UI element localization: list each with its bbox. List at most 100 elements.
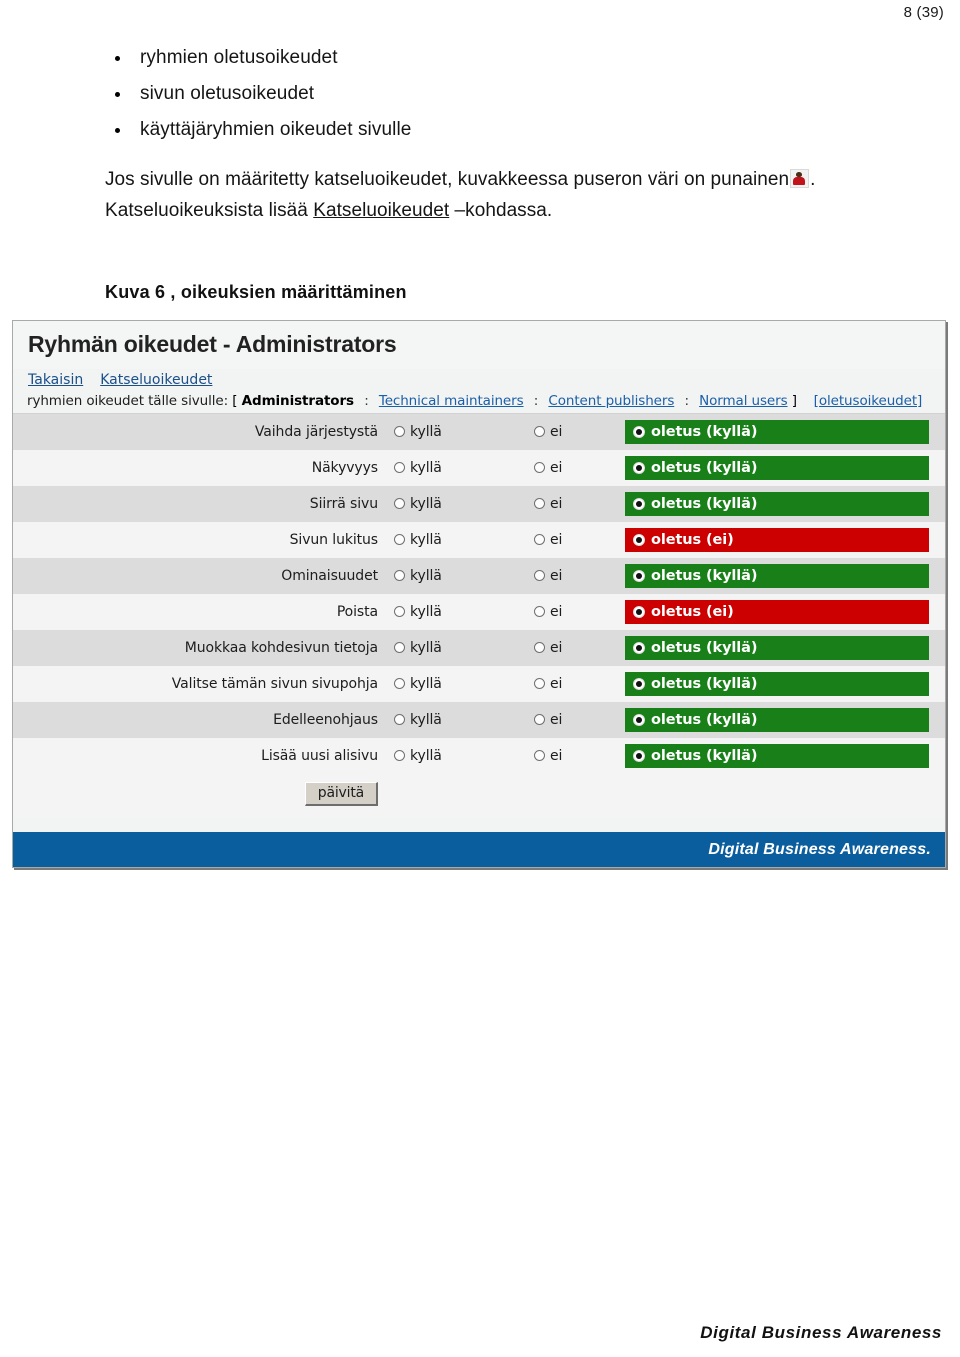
table-row: Ominaisuudet kyllä ei oletus (kyllä) [13,558,945,594]
permission-yes-cell[interactable]: kyllä [394,738,534,774]
radio-selected-icon[interactable] [633,678,645,690]
radio-yes-icon[interactable] [394,678,405,689]
permission-default-cell[interactable]: oletus (kyllä) [619,702,945,738]
radio-yes-icon[interactable] [394,750,405,761]
permission-default-cell[interactable]: oletus (kyllä) [619,450,945,486]
permission-label: Näkyvyys [311,460,378,476]
radio-yes-icon[interactable] [394,606,405,617]
radio-yes-icon[interactable] [394,714,405,725]
permission-yes-cell[interactable]: kyllä [394,666,534,702]
permission-default-cell[interactable]: oletus (kyllä) [619,738,945,774]
permission-no-cell[interactable]: ei [534,558,619,594]
status-badge-label: oletus (kyllä) [651,496,758,512]
radio-no-icon[interactable] [534,498,545,509]
table-row: Sivun lukitus kyllä ei oletus (ei) [13,522,945,558]
paragraph-line2-prefix: Katseluoikeuksista lisää [105,200,314,221]
status-badge[interactable]: oletus (kyllä) [625,636,929,660]
radio-yes-icon[interactable] [394,462,405,473]
status-badge[interactable]: oletus (kyllä) [625,672,929,696]
radio-yes-icon[interactable] [394,426,405,437]
breadcrumb-default-permissions-link[interactable]: [oletusoikeudet] [814,393,923,409]
radio-no-label: ei [550,532,563,548]
permission-no-cell[interactable]: ei [534,414,619,451]
radio-yes-label: kyllä [410,712,442,728]
radio-yes-icon[interactable] [394,534,405,545]
status-badge[interactable]: oletus (kyllä) [625,564,929,588]
radio-no-icon[interactable] [534,570,545,581]
red-shirt-person-icon [790,169,810,188]
link-katseluoikeudet[interactable]: Katseluoikeudet [100,372,212,388]
radio-selected-icon[interactable] [633,642,645,654]
permission-no-cell[interactable]: ei [534,522,619,558]
radio-no-label: ei [550,712,563,728]
permission-no-cell[interactable]: ei [534,630,619,666]
radio-no-label: ei [550,748,563,764]
radio-no-icon[interactable] [534,462,545,473]
list-item: käyttäjäryhmien oikeudet sivulle [115,112,960,148]
permission-default-cell[interactable]: oletus (ei) [619,522,945,558]
permission-default-cell[interactable]: oletus (ei) [619,594,945,630]
permission-no-cell[interactable]: ei [534,738,619,774]
body-paragraph: Jos sivulle on määritetty katseluoikeude… [0,164,960,226]
radio-selected-icon[interactable] [633,462,645,474]
radio-yes-label: kyllä [410,460,442,476]
permission-yes-cell[interactable]: kyllä [394,630,534,666]
permission-no-cell[interactable]: ei [534,702,619,738]
permission-yes-cell[interactable]: kyllä [394,702,534,738]
table-row: Edelleenohjaus kyllä ei oletus (kyllä) [13,702,945,738]
radio-no-icon[interactable] [534,642,545,653]
breadcrumb-group-content-publishers[interactable]: Content publishers [548,393,674,409]
status-badge[interactable]: oletus (kyllä) [625,456,929,480]
radio-no-icon[interactable] [534,714,545,725]
breadcrumb-group-normal-users[interactable]: Normal users [699,393,788,409]
permission-default-cell[interactable]: oletus (kyllä) [619,630,945,666]
radio-yes-label: kyllä [410,640,442,656]
radio-yes-icon[interactable] [394,642,405,653]
status-badge[interactable]: oletus (kyllä) [625,744,929,768]
breadcrumb-prefix: ryhmien oikeudet tälle sivulle: [27,393,229,409]
permission-default-cell[interactable]: oletus (kyllä) [619,486,945,522]
permission-yes-cell[interactable]: kyllä [394,450,534,486]
radio-no-icon[interactable] [534,606,545,617]
radio-yes-icon[interactable] [394,498,405,509]
radio-no-icon[interactable] [534,534,545,545]
radio-no-icon[interactable] [534,426,545,437]
breadcrumb-group-technical-maintainers[interactable]: Technical maintainers [379,393,524,409]
permission-label: Muokkaa kohdesivun tietoja [184,640,378,656]
permission-no-cell[interactable]: ei [534,486,619,522]
radio-no-icon[interactable] [534,750,545,761]
permission-default-cell[interactable]: oletus (kyllä) [619,414,945,451]
radio-selected-icon[interactable] [633,714,645,726]
permission-label: Vaihda järjestystä [254,424,378,440]
status-badge-label: oletus (kyllä) [651,424,758,440]
radio-selected-icon[interactable] [633,498,645,510]
radio-selected-icon[interactable] [633,750,645,762]
radio-no-icon[interactable] [534,678,545,689]
radio-selected-icon[interactable] [633,570,645,582]
link-takaisin[interactable]: Takaisin [28,372,83,388]
permission-default-cell[interactable]: oletus (kyllä) [619,558,945,594]
status-badge[interactable]: oletus (kyllä) [625,492,929,516]
radio-yes-icon[interactable] [394,570,405,581]
permission-no-cell[interactable]: ei [534,450,619,486]
update-button[interactable]: päivitä [304,782,378,806]
status-badge[interactable]: oletus (kyllä) [625,708,929,732]
radio-selected-icon[interactable] [633,606,645,618]
paragraph-line2-suffix: –kohdassa. [449,200,553,221]
status-badge[interactable]: oletus (ei) [625,600,929,624]
permission-label: Poista [336,604,378,620]
permission-yes-cell[interactable]: kyllä [394,594,534,630]
status-badge[interactable]: oletus (ei) [625,528,929,552]
page-number: 8 (39) [903,4,944,21]
status-badge[interactable]: oletus (kyllä) [625,420,929,444]
permission-yes-cell[interactable]: kyllä [394,558,534,594]
permission-yes-cell[interactable]: kyllä [394,486,534,522]
permission-no-cell[interactable]: ei [534,666,619,702]
permission-default-cell[interactable]: oletus (kyllä) [619,666,945,702]
radio-selected-icon[interactable] [633,426,645,438]
radio-selected-icon[interactable] [633,534,645,546]
radio-yes-label: kyllä [410,676,442,692]
permission-no-cell[interactable]: ei [534,594,619,630]
permission-yes-cell[interactable]: kyllä [394,414,534,451]
permission-yes-cell[interactable]: kyllä [394,522,534,558]
